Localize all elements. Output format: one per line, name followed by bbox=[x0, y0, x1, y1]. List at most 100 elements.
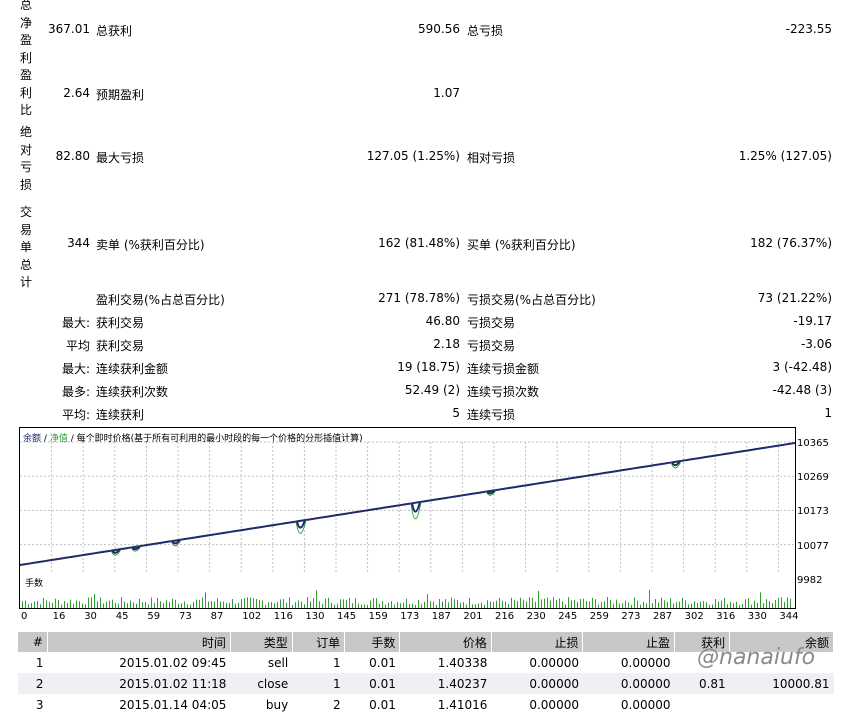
lot-bar bbox=[355, 598, 356, 608]
row-value: 73 (21.22%) bbox=[757, 291, 832, 305]
row-label: 连续亏损 bbox=[467, 408, 516, 422]
lot-bar bbox=[742, 603, 743, 608]
lot-bar bbox=[403, 602, 404, 608]
lot-bar bbox=[316, 590, 317, 608]
lot-bar bbox=[70, 599, 71, 608]
lot-bar bbox=[91, 597, 92, 608]
lot-bar bbox=[481, 602, 482, 608]
column-header[interactable]: 时间 bbox=[47, 632, 231, 652]
column-header[interactable]: 订单 bbox=[292, 632, 346, 652]
row-label: 获利交易 bbox=[96, 316, 145, 330]
lot-bar bbox=[385, 604, 386, 608]
lot-bar bbox=[118, 603, 119, 608]
lot-bar bbox=[220, 601, 221, 608]
total-trades-label: 交易单总计 bbox=[19, 205, 32, 290]
lot-bar bbox=[376, 598, 377, 608]
short-trades-value: 162 (81.48%) bbox=[378, 236, 460, 250]
table-cell: 1.40338 bbox=[437, 655, 488, 670]
lot-bar bbox=[790, 598, 791, 608]
lot-bar bbox=[37, 600, 38, 608]
lot-bar bbox=[781, 597, 782, 608]
lot-bar bbox=[610, 599, 611, 608]
column-header[interactable]: 类型 bbox=[230, 632, 293, 652]
lot-bar bbox=[688, 604, 689, 608]
table-cell: 3 bbox=[35, 697, 44, 712]
x-tick-label: 316 bbox=[716, 611, 736, 622]
lot-bar bbox=[106, 601, 107, 608]
lot-bar bbox=[97, 601, 98, 608]
lot-bar bbox=[370, 600, 371, 608]
lot-bar bbox=[475, 604, 476, 608]
gross-profit-value: 590.56 bbox=[418, 22, 460, 36]
lot-bar bbox=[649, 589, 650, 608]
lot-bar bbox=[157, 597, 158, 608]
lot-bar bbox=[667, 601, 668, 608]
lot-bar bbox=[580, 598, 581, 608]
lot-bar bbox=[439, 598, 440, 608]
lot-bar bbox=[406, 598, 407, 608]
lot-bar bbox=[622, 603, 623, 608]
lot-bar bbox=[283, 599, 284, 608]
row-value: 5 bbox=[452, 406, 460, 420]
lot-bar bbox=[544, 598, 545, 608]
lot-bar bbox=[184, 601, 185, 608]
lot-bar bbox=[664, 600, 665, 608]
table-cell: 0.01 bbox=[344, 673, 400, 694]
lot-bar bbox=[226, 602, 227, 608]
lot-bar bbox=[598, 604, 599, 608]
net-profit-label: 总净盈利 bbox=[19, 0, 32, 65]
row-value: 52.49 (2) bbox=[404, 383, 460, 397]
lot-bar bbox=[727, 604, 728, 608]
lot-bar bbox=[343, 599, 344, 608]
x-tick-label: 116 bbox=[273, 611, 293, 622]
lot-bar bbox=[142, 602, 143, 608]
table-row[interactable]: 2 2015.01.02 11:18 close 1 0.01 1.40237 0.0000… bbox=[18, 673, 834, 694]
legend-sep: / bbox=[70, 434, 74, 444]
x-tick-label: 245 bbox=[558, 611, 578, 622]
column-header[interactable]: # bbox=[18, 632, 48, 652]
y-tick-label: 10173 bbox=[797, 506, 829, 518]
table-cell: 2 bbox=[18, 673, 48, 694]
lot-bar bbox=[103, 603, 104, 608]
column-header[interactable]: 手数 bbox=[344, 632, 401, 652]
x-tick-label: 73 bbox=[179, 611, 192, 622]
lot-bar bbox=[529, 597, 530, 608]
lot-bar bbox=[487, 600, 488, 608]
lot-bar bbox=[166, 600, 167, 608]
lot-bar bbox=[655, 599, 656, 608]
column-header[interactable]: 止盈 bbox=[582, 632, 676, 652]
lot-bar bbox=[646, 603, 647, 608]
table-row[interactable]: 3 2015.01.14 04:05 buy 2 0.01 1.41016 0.00000 0… bbox=[18, 694, 834, 715]
row-prefix: 平均: bbox=[61, 408, 90, 422]
lot-bar bbox=[160, 601, 161, 608]
lot-bar bbox=[697, 602, 698, 608]
lot-bar bbox=[640, 604, 641, 608]
table-cell: 0.00000 bbox=[620, 655, 671, 670]
lot-bar bbox=[262, 600, 263, 608]
lot-bar bbox=[520, 597, 521, 608]
x-tick-label: 230 bbox=[526, 611, 546, 622]
abs-drawdown-label: 绝对亏损 bbox=[19, 125, 32, 192]
lot-bar bbox=[382, 601, 383, 608]
watermark: @nanaiufo bbox=[697, 645, 816, 670]
lot-bar bbox=[307, 597, 308, 608]
row-value: 271 (78.78%) bbox=[378, 291, 460, 305]
lot-bar bbox=[331, 602, 332, 608]
lot-bar bbox=[46, 600, 47, 608]
x-tick-label: 59 bbox=[147, 611, 161, 622]
column-header[interactable]: 价格 bbox=[399, 632, 492, 652]
column-header[interactable]: 止损 bbox=[491, 632, 584, 652]
gross-loss-value: -223.55 bbox=[785, 22, 832, 36]
table-cell: 0.00000 bbox=[529, 655, 579, 670]
table-cell: sell bbox=[267, 655, 289, 670]
lot-bar bbox=[571, 600, 572, 608]
lot-bar bbox=[736, 601, 737, 608]
lot-bar bbox=[190, 604, 191, 608]
expected-payoff-label: 预期盈利 bbox=[96, 88, 145, 102]
lot-bar bbox=[637, 600, 638, 608]
table-cell: 2015.01.02 09:45 bbox=[119, 655, 227, 670]
lot-bar bbox=[454, 599, 455, 608]
row-label: 连续亏损金额 bbox=[467, 362, 540, 376]
lot-bar bbox=[25, 600, 26, 608]
max-drawdown-value: 127.05 (1.25%) bbox=[366, 149, 460, 163]
